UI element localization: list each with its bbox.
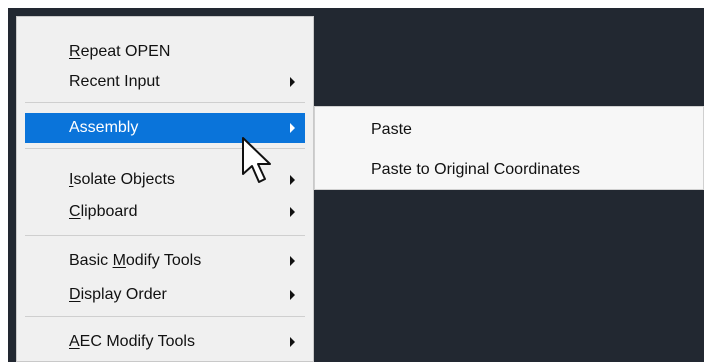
menu-item-basic-modify-tools[interactable]: Basic Modify Tools <box>25 246 305 276</box>
menu-item-mnemonic: A <box>69 333 80 350</box>
menu-item-label: epeat OPEN <box>80 43 171 60</box>
menu-item-label: odify Tools <box>125 252 202 269</box>
chevron-right-icon <box>290 207 295 217</box>
menu-separator <box>25 102 305 103</box>
menu-item-mnemonic: M <box>112 252 126 269</box>
chevron-right-icon <box>290 290 295 300</box>
menu-item-label: isplay Order <box>80 286 167 303</box>
context-menu: Repeat OPEN Recent Input Assembly Isolat… <box>16 16 314 362</box>
chevron-right-icon <box>290 256 295 266</box>
menu-item-label: solate Objects <box>73 171 175 188</box>
chevron-right-icon <box>290 175 295 185</box>
chevron-right-icon <box>290 337 295 347</box>
menu-item-mnemonic: D <box>69 286 81 303</box>
submenu-item-label: Paste to Original Coordinates <box>371 161 580 178</box>
menu-item-repeat-open[interactable]: Repeat OPEN <box>25 37 305 67</box>
submenu-item-label: Paste <box>371 121 412 138</box>
assembly-submenu: Paste Paste to Original Coordinates <box>314 106 704 190</box>
submenu-item-paste[interactable]: Paste <box>315 115 703 145</box>
chevron-right-icon <box>290 123 295 133</box>
menu-item-mnemonic: C <box>69 203 81 220</box>
menu-item-label: lipboard <box>80 203 138 220</box>
menu-item-mnemonic: R <box>69 43 81 60</box>
chevron-right-icon <box>290 77 295 87</box>
menu-item-label: EC Modify Tools <box>79 333 195 350</box>
menu-item-label: Recent Input <box>69 73 160 90</box>
mouse-pointer-icon <box>242 137 271 183</box>
menu-item-clipboard[interactable]: Clipboard <box>25 197 305 227</box>
menu-item-label-prefix: Basic <box>69 252 113 269</box>
menu-item-aec-modify-tools[interactable]: A EC Modify Tools <box>25 327 305 357</box>
menu-separator <box>25 235 305 236</box>
menu-item-display-order[interactable]: Display Order <box>25 280 305 310</box>
menu-separator <box>25 316 305 317</box>
menu-item-recent-input[interactable]: Recent Input <box>25 67 305 97</box>
menu-item-label: Assembly <box>69 119 139 136</box>
submenu-item-paste-to-original-coordinates[interactable]: Paste to Original Coordinates <box>315 155 703 185</box>
